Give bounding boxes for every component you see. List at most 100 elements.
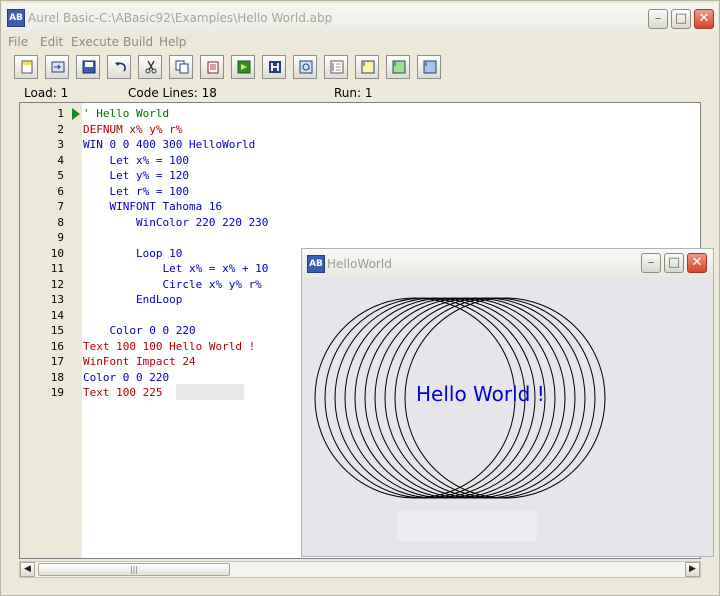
minimize-button[interactable]: –: [648, 9, 668, 29]
undo-icon: [115, 62, 126, 72]
hello-world-window: AB HelloWorld – □ ✕ Hello World !: [301, 248, 714, 557]
scrollbar-thumb[interactable]: |||: [38, 563, 230, 576]
paste-icon: [207, 61, 219, 74]
current-line-arrow-icon: [72, 108, 80, 120]
save-button[interactable]: [76, 55, 100, 79]
undo-button[interactable]: [107, 55, 131, 79]
code-line[interactable]: Text 100 100 Hello World !: [83, 340, 255, 353]
line-number: 9: [57, 231, 64, 244]
code-lines-status: Code Lines: 18: [128, 86, 217, 100]
code-line[interactable]: Let r% = 100: [83, 185, 188, 198]
note-yellow-icon: [361, 60, 375, 74]
code-line[interactable]: Let x% = x% + 10: [83, 262, 268, 275]
line-number: 4: [57, 153, 64, 167]
line-numbers-button[interactable]: [324, 55, 348, 79]
cut-icon: [145, 60, 157, 74]
maximize-icon: □: [667, 255, 681, 270]
code-line[interactable]: Let y% = 120: [83, 169, 188, 182]
menu-edit[interactable]: Edit: [40, 35, 63, 49]
maximize-button[interactable]: □: [671, 9, 691, 29]
line-number: 2: [57, 122, 64, 136]
menu-bar: File Edit Execute Build Help: [2, 33, 718, 51]
code-line[interactable]: Color 0 0 220: [83, 371, 169, 384]
line-number: 12: [50, 277, 64, 291]
menu-file[interactable]: File: [8, 35, 28, 49]
code-line[interactable]: WinFont Impact 24: [83, 355, 196, 368]
obscured-text: [176, 384, 244, 400]
window-title: Aurel Basic-C:\ABasic92\Examples\Hello W…: [28, 11, 333, 25]
note-yellow-button[interactable]: [355, 55, 379, 79]
line-number: 8: [57, 215, 64, 229]
line-number: 16: [50, 339, 64, 353]
open-file-button[interactable]: [45, 55, 69, 79]
child-minimize-button[interactable]: –: [641, 253, 661, 273]
code-line[interactable]: WinColor 220 220 230: [83, 216, 268, 229]
close-icon: ✕: [698, 11, 710, 26]
toolbar: [2, 52, 718, 82]
note-green-button[interactable]: [386, 55, 410, 79]
line-number: 7: [57, 200, 64, 213]
title-bar[interactable]: AB Aurel Basic-C:\ABasic92\Examples\Hell…: [2, 3, 718, 33]
minimize-icon: –: [654, 11, 662, 26]
line-number: 15: [50, 324, 64, 337]
horizontal-scrollbar[interactable]: ◀ ||| ▶: [19, 561, 701, 578]
line-number: 3: [57, 138, 64, 151]
hello-world-text: Hello World !: [416, 382, 545, 406]
menu-build[interactable]: Build: [123, 35, 153, 49]
code-line[interactable]: WIN 0 0 400 300 HelloWorld: [83, 138, 255, 151]
code-line[interactable]: DEFNUM x% y% r%: [83, 123, 182, 136]
line-number: 6: [57, 184, 64, 198]
run-button[interactable]: [231, 55, 255, 79]
child-window-title: HelloWorld: [327, 257, 392, 271]
code-line[interactable]: WINFONT Tahoma 16: [83, 200, 222, 213]
line-number: 5: [57, 169, 64, 182]
line-number: 18: [50, 370, 64, 384]
scroll-right-arrow-icon[interactable]: ▶: [685, 562, 700, 577]
new-file-button[interactable]: [14, 55, 38, 79]
open-file-icon: [51, 61, 65, 73]
main-window: AB Aurel Basic-C:\ABasic92\Examples\Hell…: [0, 0, 720, 596]
code-line[interactable]: Circle x% y% r%: [83, 278, 261, 291]
help-icon: [269, 61, 281, 73]
line-number: 19: [50, 386, 64, 399]
line-number: 13: [50, 293, 64, 306]
line-number: 11: [50, 262, 64, 275]
line-numbers-icon: [330, 60, 344, 74]
save-icon: [82, 60, 96, 74]
line-number: 14: [50, 308, 64, 322]
code-line[interactable]: EndLoop: [83, 293, 182, 306]
code-line[interactable]: ' Hello World: [83, 107, 169, 120]
maximize-icon: □: [674, 11, 688, 26]
child-client-area: Hello World !: [305, 278, 710, 555]
note-blue-button[interactable]: [417, 55, 441, 79]
line-number: 1: [57, 107, 64, 120]
note-blue-icon: [423, 60, 437, 74]
at-icon: [299, 60, 313, 74]
close-button[interactable]: ✕: [694, 9, 714, 29]
obscured-output: [397, 511, 537, 541]
code-line[interactable]: Let x% = 100: [83, 154, 188, 167]
menu-help[interactable]: Help: [159, 35, 186, 49]
copy-icon: [175, 60, 189, 74]
close-icon: ✕: [691, 255, 703, 270]
child-title-bar[interactable]: AB HelloWorld – □ ✕: [302, 249, 713, 277]
scroll-left-arrow-icon[interactable]: ◀: [20, 562, 35, 577]
child-close-button[interactable]: ✕: [687, 253, 707, 273]
minimize-icon: –: [647, 255, 655, 270]
load-status: Load: 1: [24, 86, 69, 100]
ab-app-icon: AB: [7, 9, 25, 27]
new-file-icon: [21, 60, 33, 74]
child-maximize-button[interactable]: □: [664, 253, 684, 273]
cut-button[interactable]: [138, 55, 162, 79]
ab-app-icon: AB: [307, 255, 325, 273]
menu-execute[interactable]: Execute: [71, 35, 119, 49]
at-button[interactable]: [293, 55, 317, 79]
run-status: Run: 1: [334, 86, 373, 100]
copy-button[interactable]: [169, 55, 193, 79]
code-line[interactable]: Color 0 0 220: [83, 324, 195, 337]
paste-button[interactable]: [200, 55, 224, 79]
code-line[interactable]: Loop 10: [83, 247, 182, 260]
code-line[interactable]: Text 100 225: [83, 386, 162, 399]
help-button[interactable]: [262, 55, 286, 79]
status-bar: Load: 1 Code Lines: 18 Run: 1: [2, 84, 718, 102]
